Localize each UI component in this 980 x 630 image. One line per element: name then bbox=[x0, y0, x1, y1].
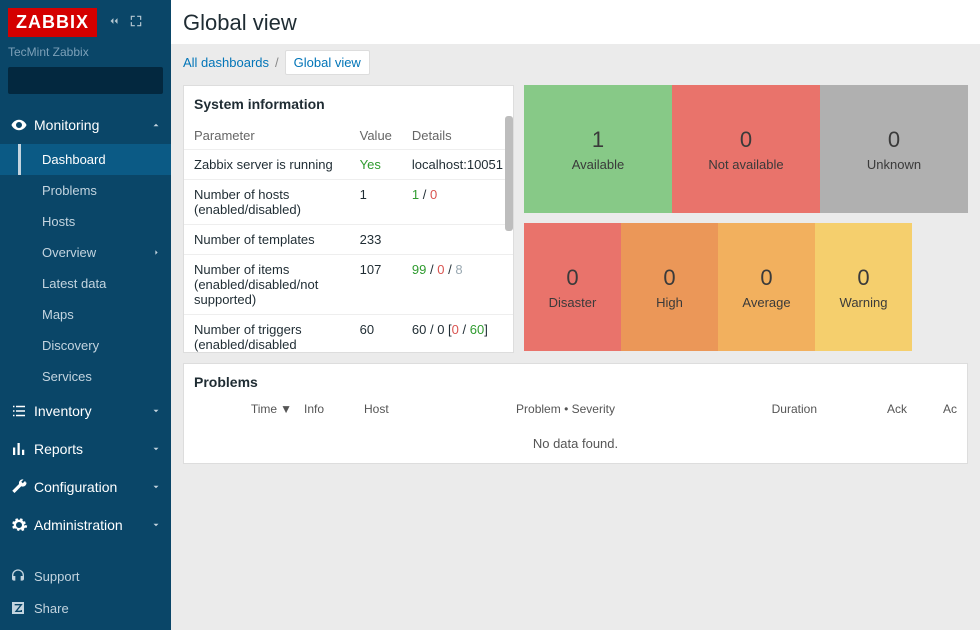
sort-desc-icon: ▼ bbox=[280, 402, 292, 416]
tile-average[interactable]: 0 Average bbox=[718, 223, 815, 351]
chevron-down-icon bbox=[151, 517, 161, 533]
nav-item-hosts[interactable]: Hosts bbox=[0, 206, 171, 237]
nav: Monitoring Dashboard Problems Hosts Over… bbox=[0, 106, 171, 550]
nav-monitoring[interactable]: Monitoring bbox=[0, 106, 171, 144]
col-ack[interactable]: Ack bbox=[817, 402, 907, 416]
availability-tiles: 1 Available 0 Not available 0 Unknown bbox=[524, 85, 968, 213]
nav-item-overview[interactable]: Overview bbox=[0, 237, 171, 268]
breadcrumb-all[interactable]: All dashboards bbox=[183, 55, 269, 70]
nav-item-services[interactable]: Services bbox=[0, 361, 171, 392]
page-title: Global view bbox=[171, 0, 980, 44]
headset-icon bbox=[10, 568, 34, 584]
tile-warning[interactable]: 0 Warning bbox=[815, 223, 912, 351]
brand-subtitle: TecMint Zabbix bbox=[0, 45, 171, 67]
col-time[interactable]: Time▼ bbox=[194, 402, 304, 416]
collapse-icon[interactable] bbox=[107, 14, 121, 31]
search-input[interactable] bbox=[15, 74, 170, 88]
nav-item-problems[interactable]: Problems bbox=[0, 175, 171, 206]
tile-unknown[interactable]: 0 Unknown bbox=[820, 85, 968, 213]
bar-chart-icon bbox=[10, 440, 34, 458]
table-row: Zabbix server is running Yes localhost:1… bbox=[184, 150, 513, 180]
col-value: Value bbox=[350, 122, 402, 150]
list-icon bbox=[10, 402, 34, 420]
sysinfo-title: System information bbox=[184, 86, 513, 122]
breadcrumb: All dashboards / Global view bbox=[171, 44, 980, 85]
severity-tiles: 0 Disaster 0 High 0 Average 0 bbox=[524, 223, 968, 351]
fullscreen-icon[interactable] bbox=[129, 14, 143, 31]
chevron-down-icon bbox=[151, 441, 161, 457]
chevron-up-icon bbox=[151, 117, 161, 133]
nav-monitoring-label: Monitoring bbox=[34, 117, 99, 133]
breadcrumb-current[interactable]: Global view bbox=[285, 50, 370, 75]
table-row: Number of triggers (enabled/disabled [pr… bbox=[184, 315, 513, 353]
breadcrumb-sep: / bbox=[275, 55, 279, 70]
problems-empty: No data found. bbox=[184, 424, 967, 463]
nav-share[interactable]: Share bbox=[0, 592, 171, 624]
tile-not-available[interactable]: 0 Not available bbox=[672, 85, 820, 213]
col-parameter: Parameter bbox=[184, 122, 350, 150]
gear-icon bbox=[10, 516, 34, 534]
nav-item-maps[interactable]: Maps bbox=[0, 299, 171, 330]
sysinfo-table: Parameter Value Details Zabbix server is… bbox=[184, 122, 513, 352]
problems-widget: Problems Time▼ Info Host Problem • Sever… bbox=[183, 363, 968, 464]
chevron-down-icon bbox=[151, 479, 161, 495]
tile-disaster[interactable]: 0 Disaster bbox=[524, 223, 621, 351]
scrollbar-thumb[interactable] bbox=[505, 116, 513, 231]
logo[interactable]: ZABBIX bbox=[8, 8, 97, 37]
table-row: Number of items (enabled/disabled/not su… bbox=[184, 255, 513, 315]
wrench-icon bbox=[10, 478, 34, 496]
table-row: Number of hosts (enabled/disabled) 1 1 /… bbox=[184, 180, 513, 225]
eye-icon bbox=[10, 116, 34, 134]
z-icon bbox=[10, 600, 34, 616]
nav-reports[interactable]: Reports bbox=[0, 430, 171, 468]
col-problem-severity[interactable]: Problem • Severity bbox=[444, 402, 687, 416]
nav-configuration[interactable]: Configuration bbox=[0, 468, 171, 506]
search-box[interactable] bbox=[8, 67, 163, 94]
main: Global view All dashboards / Global view… bbox=[171, 0, 980, 630]
col-duration[interactable]: Duration bbox=[687, 402, 817, 416]
col-host[interactable]: Host bbox=[364, 402, 444, 416]
nav-item-dashboard[interactable]: Dashboard bbox=[0, 144, 171, 175]
nav-item-latest[interactable]: Latest data bbox=[0, 268, 171, 299]
tile-available[interactable]: 1 Available bbox=[524, 85, 672, 213]
chevron-right-icon bbox=[152, 245, 161, 260]
nav-administration[interactable]: Administration bbox=[0, 506, 171, 544]
problems-columns: Time▼ Info Host Problem • Severity Durat… bbox=[184, 394, 967, 424]
chevron-down-icon bbox=[151, 403, 161, 419]
nav-item-discovery[interactable]: Discovery bbox=[0, 330, 171, 361]
nav-inventory[interactable]: Inventory bbox=[0, 392, 171, 430]
nav-support[interactable]: Support bbox=[0, 560, 171, 592]
problems-title: Problems bbox=[184, 364, 967, 394]
col-actions[interactable]: Ac bbox=[907, 402, 957, 416]
col-details: Details bbox=[402, 122, 513, 150]
tile-high[interactable]: 0 High bbox=[621, 223, 718, 351]
sidebar: ZABBIX TecMint Zabbix Monitoring Das bbox=[0, 0, 171, 630]
table-row: Number of templates 233 bbox=[184, 225, 513, 255]
system-information-widget: System information Parameter Value Detai… bbox=[183, 85, 514, 353]
col-info[interactable]: Info bbox=[304, 402, 364, 416]
